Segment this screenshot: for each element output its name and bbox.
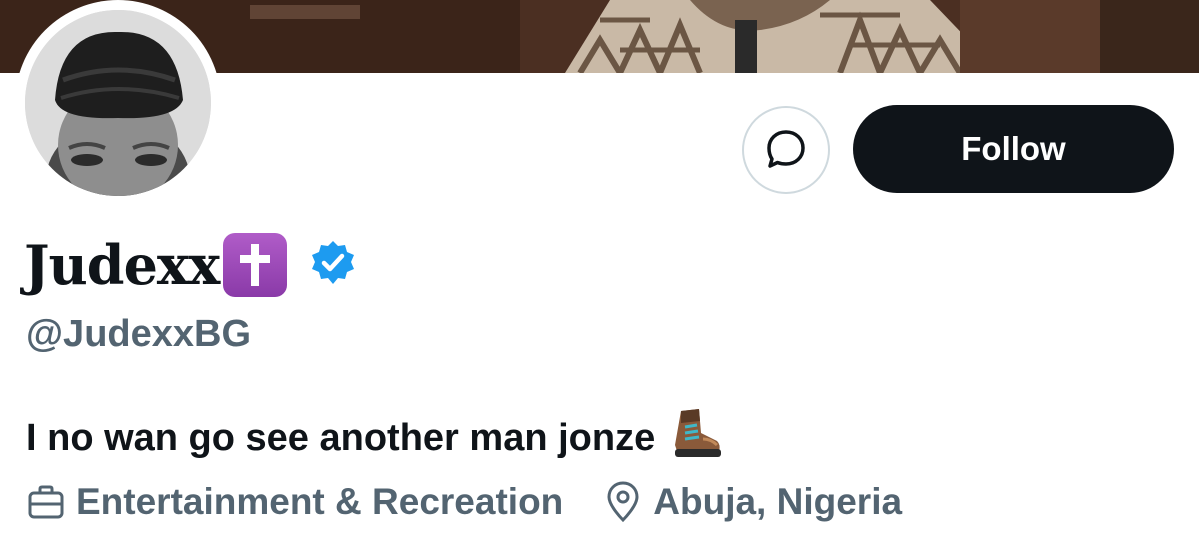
location-item: Abuja, Nigeria <box>603 480 902 524</box>
name-row: Judexx <box>24 226 357 304</box>
follow-button[interactable]: Follow <box>853 105 1174 193</box>
verified-badge-icon[interactable] <box>309 239 357 292</box>
bio-text: I no wan go see another man jonze <box>26 416 656 459</box>
message-button[interactable] <box>742 106 830 194</box>
profile-bio: I no wan go see another man jonze <box>26 405 723 471</box>
avatar-photo <box>25 10 211 196</box>
latin-cross-emoji <box>223 233 288 297</box>
location-label: Abuja, Nigeria <box>653 481 903 522</box>
profile-avatar[interactable] <box>15 0 221 206</box>
briefcase-icon <box>26 482 66 522</box>
profile-page: Follow Judexx @JudexxBG I no wan go see … <box>0 0 1199 556</box>
hiking-boot-emoji <box>667 405 723 471</box>
category-item: Entertainment & Recreation <box>26 481 563 523</box>
map-pin-icon <box>603 480 643 524</box>
profile-meta: Entertainment & Recreation Abuja, Nigeri… <box>26 480 902 524</box>
message-bubble-icon <box>763 126 809 175</box>
display-name: Judexx <box>24 233 220 297</box>
username-handle: @JudexxBG <box>26 313 252 355</box>
category-label: Entertainment & Recreation <box>76 481 564 522</box>
